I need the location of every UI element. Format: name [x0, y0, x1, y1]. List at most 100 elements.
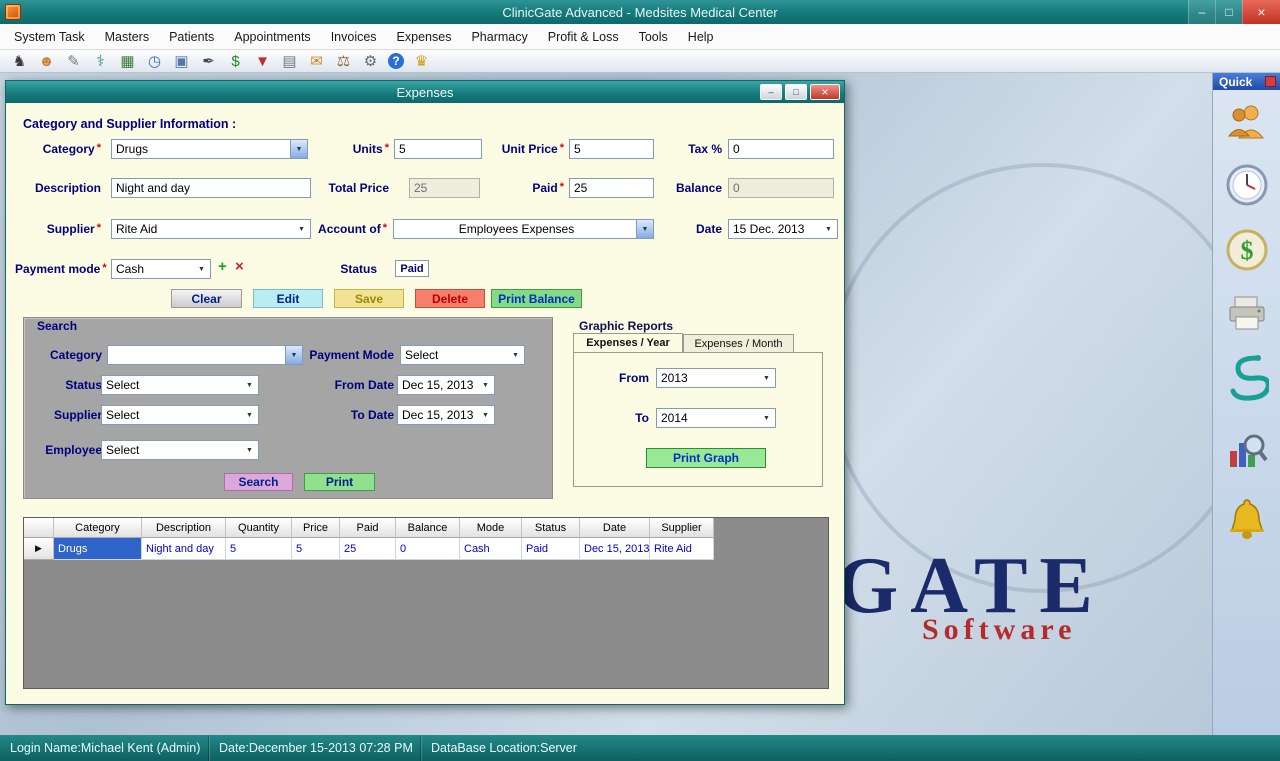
graphic-reports-panel: From 2013▼ To 2014▼ Print Graph: [573, 352, 823, 487]
print-graph-button[interactable]: Print Graph: [646, 448, 766, 468]
print-icon[interactable]: ▤: [280, 52, 299, 71]
grid-cell-mode[interactable]: Cash: [460, 538, 522, 560]
edit-button[interactable]: Edit: [253, 289, 323, 308]
delete-button[interactable]: Delete: [415, 289, 485, 308]
clinic-icon[interactable]: ♞: [10, 52, 29, 71]
reminder-icon[interactable]: ♛: [412, 52, 431, 71]
description-input[interactable]: Night and day: [111, 178, 311, 198]
computer-icon[interactable]: ▣: [172, 52, 191, 71]
tab-expenses-year[interactable]: Expenses / Year: [573, 333, 683, 352]
schedule-icon[interactable]: ◷: [145, 52, 164, 71]
menu-help[interactable]: Help: [678, 26, 724, 48]
medical-icon[interactable]: ⚕: [91, 52, 110, 71]
grid-col-date[interactable]: Date: [580, 518, 650, 538]
grid-cell-supplier[interactable]: Rite Aid: [650, 538, 714, 560]
paid-input[interactable]: 25: [569, 178, 654, 198]
graph-from-select[interactable]: 2013▼: [656, 368, 776, 388]
search-to-date-select[interactable]: Dec 15, 2013▼: [397, 405, 495, 425]
unit-price-input[interactable]: 5: [569, 139, 654, 159]
search-status-label: Status: [34, 378, 102, 392]
clock-icon[interactable]: [1225, 163, 1269, 207]
print-balance-button[interactable]: Print Balance: [491, 289, 582, 308]
account-of-select[interactable]: Employees Expenses▼: [393, 219, 654, 239]
search-status-select[interactable]: Select▼: [101, 375, 259, 395]
help-icon[interactable]: ?: [388, 53, 404, 69]
settings-icon[interactable]: ⚙: [361, 52, 380, 71]
graphic-reports-title: Graphic Reports: [579, 319, 673, 333]
expenses-title-bar[interactable]: Expenses – □ ×: [6, 81, 844, 103]
tab-expenses-month[interactable]: Expenses / Month: [683, 334, 794, 352]
add-payment-mode-icon[interactable]: +: [218, 259, 227, 274]
close-button[interactable]: ×: [1242, 0, 1280, 24]
menu-system-task[interactable]: System Task: [4, 26, 95, 48]
expenses-close-button[interactable]: ×: [810, 84, 840, 100]
report-search-icon[interactable]: [1225, 431, 1269, 475]
menu-appointments[interactable]: Appointments: [224, 26, 320, 48]
graph-to-select[interactable]: 2014▼: [656, 408, 776, 428]
grid-col-paid[interactable]: Paid: [340, 518, 396, 538]
pharmacy-icon[interactable]: [1225, 354, 1269, 410]
grid-col-description[interactable]: Description: [142, 518, 226, 538]
download-icon[interactable]: ▼: [253, 52, 272, 71]
supplier-select[interactable]: Rite Aid▼: [111, 219, 311, 239]
dollar-icon[interactable]: $: [1225, 228, 1269, 272]
expenses-maximize-button[interactable]: □: [785, 84, 807, 100]
quick-close-button[interactable]: [1265, 76, 1276, 87]
search-supplier-select[interactable]: Select▼: [101, 405, 259, 425]
delete-payment-mode-icon[interactable]: ×: [235, 259, 244, 274]
grid-cell-description[interactable]: Night and day: [142, 538, 226, 560]
grid-cell-price[interactable]: 5: [292, 538, 340, 560]
print-button[interactable]: Print: [304, 473, 375, 491]
search-group: Search Category ▼ Payment Mode Select▼ S…: [23, 317, 553, 499]
menu-pharmacy[interactable]: Pharmacy: [461, 26, 537, 48]
search-button[interactable]: Search: [224, 473, 293, 491]
date-select[interactable]: 15 Dec. 2013▼: [728, 219, 838, 239]
grid-col-status[interactable]: Status: [522, 518, 580, 538]
menu-patients[interactable]: Patients: [159, 26, 224, 48]
payment-icon[interactable]: $: [226, 52, 245, 71]
injection-icon[interactable]: ✎: [64, 52, 83, 71]
category-select[interactable]: Drugs▼: [111, 139, 308, 159]
section-title: Category and Supplier Information :: [23, 117, 236, 131]
grid-col-mode[interactable]: Mode: [460, 518, 522, 538]
grid-cell-status[interactable]: Paid: [522, 538, 580, 560]
menu-profit-loss[interactable]: Profit & Loss: [538, 26, 629, 48]
maximize-button[interactable]: □: [1215, 0, 1242, 24]
menu-tools[interactable]: Tools: [629, 26, 678, 48]
menu-invoices[interactable]: Invoices: [321, 26, 387, 48]
grid-cell-category[interactable]: Drugs: [54, 538, 142, 560]
grid-col-balance[interactable]: Balance: [396, 518, 460, 538]
search-employee-select[interactable]: Select▼: [101, 440, 259, 460]
menu-expenses[interactable]: Expenses: [387, 26, 462, 48]
clear-button[interactable]: Clear: [171, 289, 242, 308]
chart-icon[interactable]: ▦: [118, 52, 137, 71]
quick-panel-title: Quick: [1219, 75, 1265, 89]
users-icon[interactable]: [1225, 102, 1269, 142]
bell-icon[interactable]: [1225, 496, 1269, 544]
grid-col-category[interactable]: Category: [54, 518, 142, 538]
search-category-select[interactable]: ▼: [107, 345, 303, 365]
minimize-button[interactable]: –: [1188, 0, 1215, 24]
prescription-icon[interactable]: ✒: [199, 52, 218, 71]
expenses-minimize-button[interactable]: –: [760, 84, 782, 100]
message-icon[interactable]: ✉: [307, 52, 326, 71]
search-from-date-select[interactable]: Dec 15, 2013▼: [397, 375, 495, 395]
balance-icon[interactable]: ⚖: [334, 52, 353, 71]
grid-row-header[interactable]: ▶: [24, 538, 54, 560]
grid-col-price[interactable]: Price: [292, 518, 340, 538]
printer-icon[interactable]: [1225, 293, 1269, 333]
tax-input[interactable]: 0: [728, 139, 834, 159]
grid-cell-date[interactable]: Dec 15, 2013: [580, 538, 650, 560]
units-input[interactable]: 5: [394, 139, 482, 159]
patient-icon[interactable]: ☻: [37, 52, 56, 71]
grid-cell-quantity[interactable]: 5: [226, 538, 292, 560]
grid-cell-balance[interactable]: 0: [396, 538, 460, 560]
save-button[interactable]: Save: [334, 289, 404, 308]
menu-masters[interactable]: Masters: [95, 26, 159, 48]
units-label: Units*: [336, 142, 389, 156]
grid-col-supplier[interactable]: Supplier: [650, 518, 714, 538]
payment-mode-select[interactable]: Cash▼: [111, 259, 211, 279]
search-payment-mode-select[interactable]: Select▼: [400, 345, 525, 365]
grid-col-quantity[interactable]: Quantity: [226, 518, 292, 538]
grid-cell-paid[interactable]: 25: [340, 538, 396, 560]
